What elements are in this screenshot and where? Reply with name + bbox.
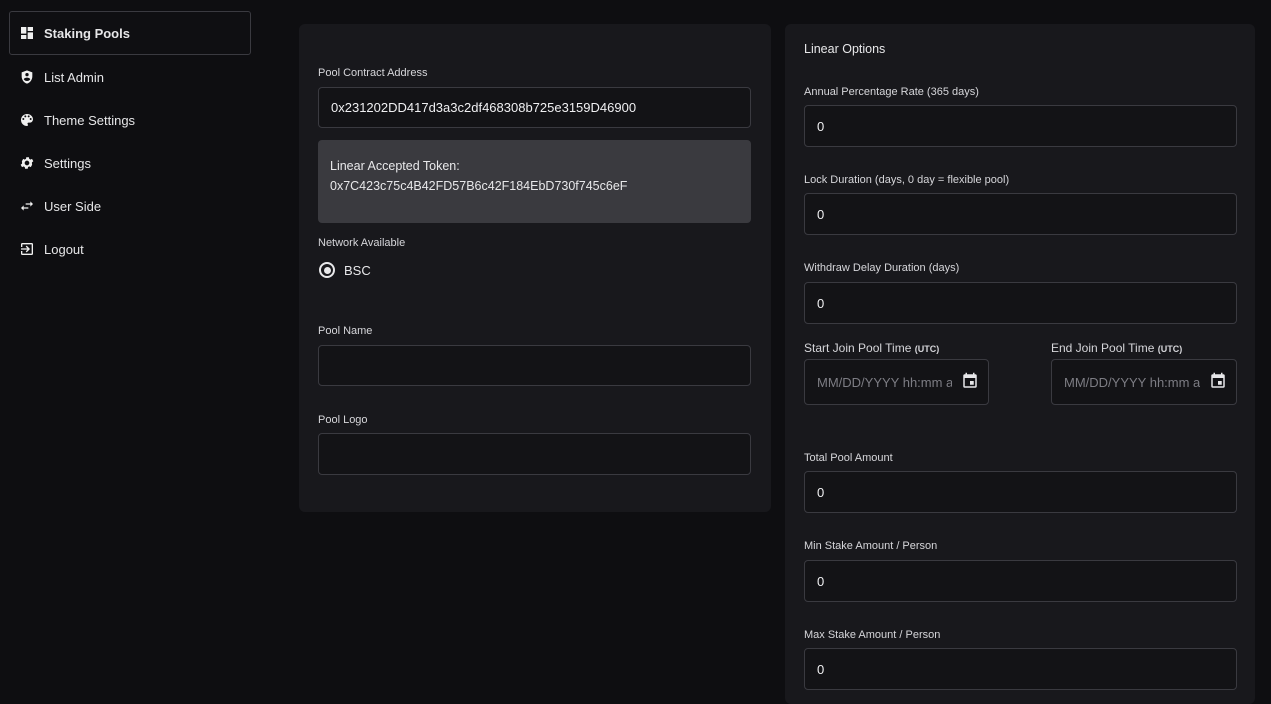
utc-label: (UTC) [1157, 344, 1183, 354]
sidebar-item-label: List Admin [44, 69, 104, 85]
start-join-time-input[interactable] [817, 374, 952, 390]
max-stake-field[interactable] [804, 648, 1237, 690]
calendar-icon[interactable] [961, 372, 979, 390]
accepted-token-box: Linear Accepted Token: 0x7C423c75c4B42FD… [318, 140, 751, 223]
max-stake-input[interactable] [817, 661, 1236, 677]
withdraw-delay-input[interactable] [817, 295, 1236, 311]
pool-name-input[interactable] [331, 358, 750, 373]
contract-address-input[interactable] [331, 100, 750, 115]
lock-duration-input[interactable] [817, 206, 1236, 222]
apr-input[interactable] [817, 118, 1236, 134]
sidebar-item-theme-settings[interactable]: Theme Settings [9, 98, 251, 142]
start-join-time-text: Start Join Pool Time [804, 341, 912, 355]
apr-field[interactable] [804, 105, 1237, 147]
calendar-icon[interactable] [1209, 372, 1227, 390]
lock-duration-field[interactable] [804, 193, 1237, 235]
min-stake-input[interactable] [817, 573, 1236, 589]
lock-duration-label: Lock Duration (days, 0 day = flexible po… [804, 174, 1010, 186]
radio-selected-icon [319, 262, 335, 278]
linear-options-title: Linear Options [804, 42, 886, 56]
network-radio-bsc[interactable]: BSC [319, 262, 371, 278]
network-option-label: BSC [344, 262, 371, 278]
pool-name-field[interactable] [318, 345, 751, 386]
accepted-token-label: Linear Accepted Token: [330, 159, 460, 173]
contract-address-label: Pool Contract Address [318, 67, 428, 79]
accepted-token-value: 0x7C423c75c4B42FD57B6c42F184EbD730f745c6… [330, 179, 628, 193]
pool-name-label: Pool Name [318, 325, 373, 337]
sidebar-item-label: Theme Settings [44, 112, 136, 128]
pool-info-card: Pool Contract Address Linear Accepted To… [299, 24, 771, 512]
linear-options-card: Linear Options Annual Percentage Rate (3… [785, 24, 1255, 704]
utc-label: (UTC) [914, 344, 940, 354]
end-join-time-text: End Join Pool Time [1051, 341, 1155, 355]
dashboard-icon [18, 24, 36, 42]
swap-arrows-icon [18, 197, 36, 215]
total-pool-amount-input[interactable] [817, 484, 1236, 500]
max-stake-label: Max Stake Amount / Person [804, 629, 941, 641]
palette-icon [18, 111, 36, 129]
sidebar-item-logout[interactable]: Logout [9, 227, 251, 271]
sidebar-item-settings[interactable]: Settings [9, 141, 251, 185]
end-join-time-label: End Join Pool Time (UTC) [1051, 341, 1182, 355]
total-pool-amount-field[interactable] [804, 471, 1237, 513]
sidebar-item-label: Settings [44, 155, 91, 171]
network-label: Network Available [318, 237, 406, 249]
pool-logo-input[interactable] [331, 446, 750, 462]
gear-icon [18, 154, 36, 172]
start-join-time-field[interactable] [804, 359, 989, 405]
min-stake-label: Min Stake Amount / Person [804, 540, 938, 552]
contract-address-field[interactable] [318, 87, 751, 128]
withdraw-delay-label: Withdraw Delay Duration (days) [804, 262, 960, 274]
withdraw-delay-field[interactable] [804, 282, 1237, 324]
sidebar-item-staking-pools[interactable]: Staking Pools [9, 11, 251, 55]
apr-label: Annual Percentage Rate (365 days) [804, 86, 979, 98]
start-join-time-label: Start Join Pool Time (UTC) [804, 341, 939, 355]
sidebar-item-label: User Side [44, 198, 102, 214]
pool-logo-label: Pool Logo [318, 414, 368, 426]
sidebar-item-label: Staking Pools [44, 25, 130, 41]
pool-logo-field[interactable] [318, 433, 751, 475]
sidebar-item-user-side[interactable]: User Side [9, 184, 251, 228]
sidebar-item-label: Logout [44, 241, 84, 257]
admin-shield-icon [18, 68, 36, 86]
sidebar-item-list-admin[interactable]: List Admin [9, 55, 251, 99]
sidebar: Staking Pools List Admin Theme Settings … [0, 0, 260, 691]
logout-icon [18, 240, 36, 258]
end-join-time-input[interactable] [1064, 374, 1200, 390]
min-stake-field[interactable] [804, 560, 1237, 602]
end-join-time-field[interactable] [1051, 359, 1237, 405]
total-pool-amount-label: Total Pool Amount [804, 452, 893, 464]
